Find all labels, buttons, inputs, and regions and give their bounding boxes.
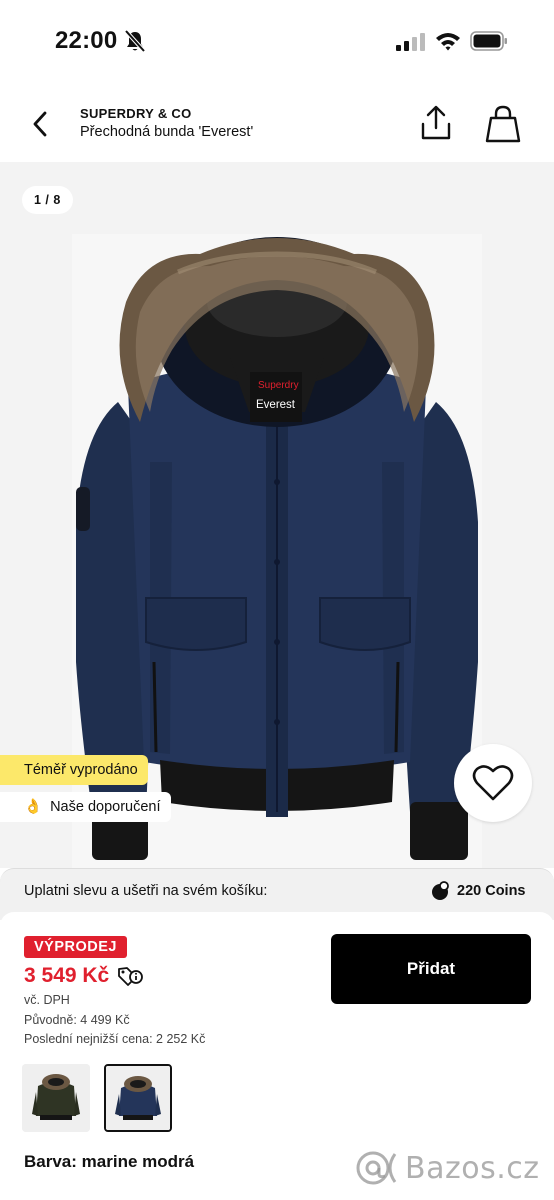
coin-icon xyxy=(432,881,449,900)
recommendation-label: Naše doporučení xyxy=(50,799,161,815)
heart-icon xyxy=(472,765,514,801)
wifi-icon xyxy=(436,33,460,51)
current-price: 3 549 Kč xyxy=(24,964,110,987)
watermark-text: Bazos.cz xyxy=(405,1150,540,1186)
status-bar: 22:00 xyxy=(0,0,554,80)
signal-icon xyxy=(396,33,425,51)
coins-text: Uplatni slevu a ušetři na svém košíku: xyxy=(24,883,268,899)
wishlist-button[interactable] xyxy=(454,744,532,822)
bazos-logo-icon xyxy=(356,1151,397,1185)
product-header: SUPERDRY & CO Přechodná bunda 'Everest' xyxy=(0,84,554,162)
price-info-icon[interactable] xyxy=(117,965,144,987)
add-to-cart-button[interactable]: Přidat xyxy=(331,934,531,1004)
jacket-thumbnail-khaki xyxy=(22,1064,90,1132)
color-swatch-khaki[interactable] xyxy=(22,1064,90,1132)
product-title: Přechodná bunda 'Everest' xyxy=(80,124,254,140)
image-counter: 1 / 8 xyxy=(22,186,73,214)
original-price: Původně: 4 499 Kč xyxy=(24,1013,130,1027)
share-icon[interactable] xyxy=(418,104,454,142)
brand-name[interactable]: SUPERDRY & CO xyxy=(80,106,192,121)
color-label-prefix: Barva: xyxy=(24,1152,77,1171)
battery-icon xyxy=(470,31,507,51)
jacket-thumbnail-navy xyxy=(106,1066,170,1130)
watermark: Bazos.cz xyxy=(355,1146,539,1190)
svg-text:Everest: Everest xyxy=(256,399,296,411)
coins-value: 220 Coins xyxy=(431,881,526,901)
status-time: 22:00 xyxy=(55,27,118,54)
back-button[interactable] xyxy=(22,106,58,142)
coins-amount: 220 Coins xyxy=(457,883,526,899)
sale-badge: VÝPRODEJ xyxy=(24,936,127,958)
shopping-bag-icon[interactable] xyxy=(484,104,522,144)
lowest-price: Poslední nejnižší cena: 2 252 Kč xyxy=(24,1032,206,1046)
almost-sold-out-badge: Téměř vyprodáno xyxy=(0,755,148,785)
color-label: Barva: marine modrá xyxy=(24,1152,194,1172)
product-gallery[interactable]: Superdry Everest 1 / 8 Téměř vyprodáno 👌… xyxy=(0,162,554,868)
color-swatch-navy[interactable] xyxy=(104,1064,172,1132)
svg-text:Superdry: Superdry xyxy=(258,380,299,391)
price-row: 3 549 Kč xyxy=(24,964,144,988)
bell-off-icon xyxy=(124,29,146,53)
recommendation-badge: 👌 Naše doporučení xyxy=(0,792,171,822)
color-name: marine modrá xyxy=(81,1152,195,1171)
chevron-left-icon xyxy=(33,111,47,137)
ok-hand-icon: 👌 xyxy=(24,799,43,815)
vat-note: vč. DPH xyxy=(24,993,70,1007)
